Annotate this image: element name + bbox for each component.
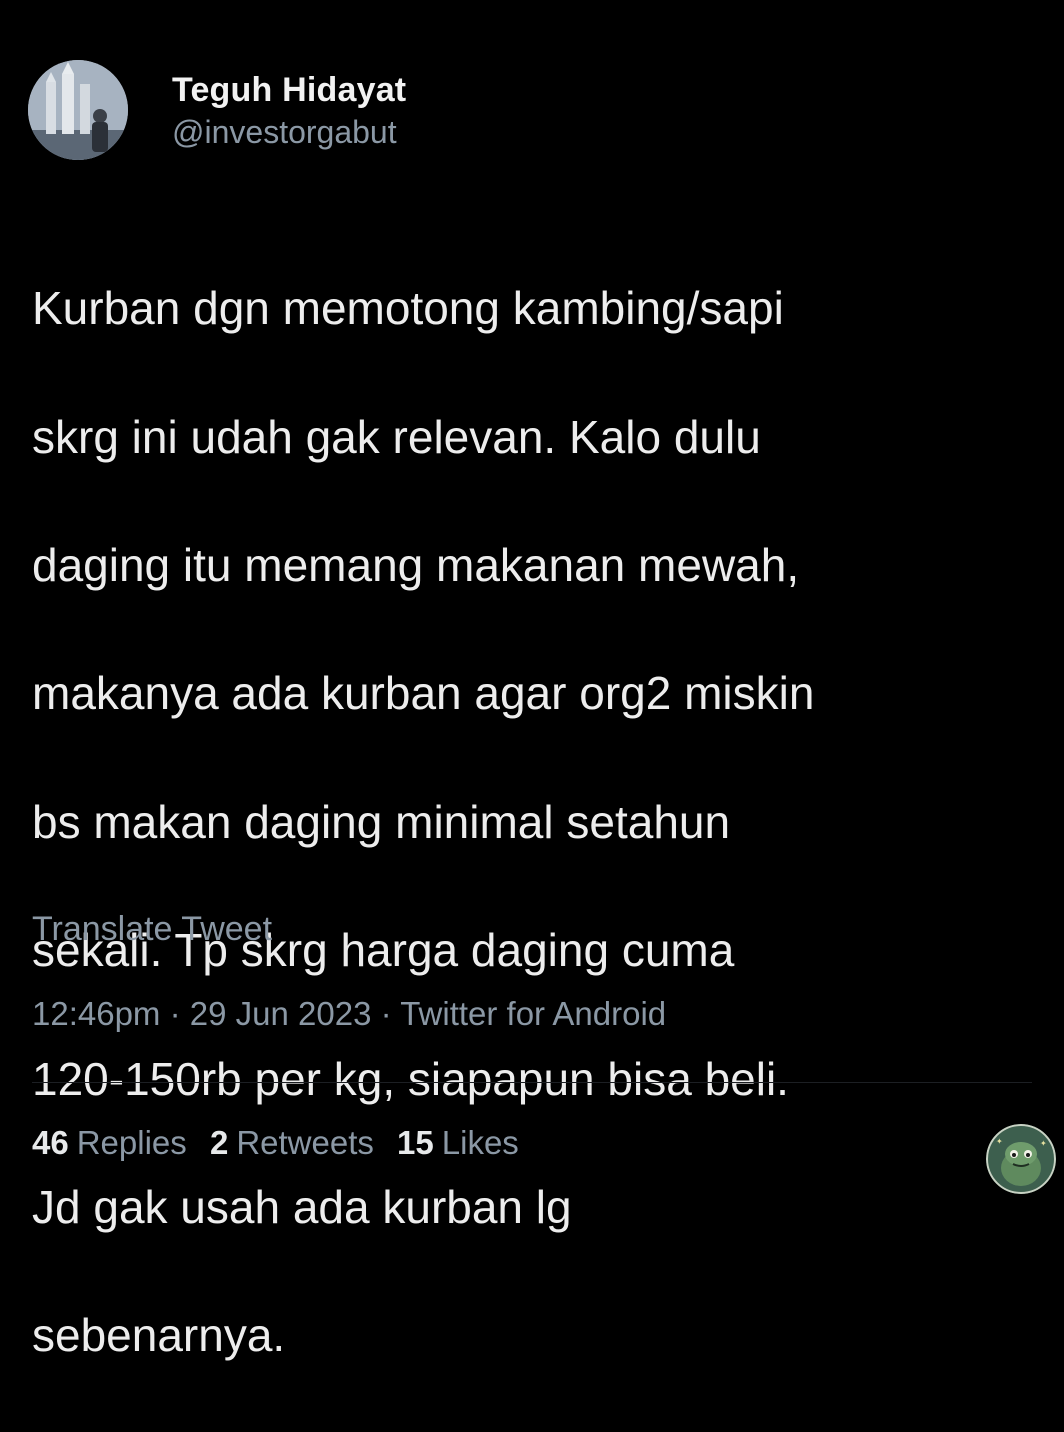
retweets-count: 2 — [209, 1124, 229, 1161]
author-names: Teguh Hidayat @investorgabut — [172, 70, 406, 154]
tweet-text-line: bs makan daging minimal setahun — [32, 795, 731, 848]
tweet-date[interactable]: 29 Jun 2023 — [190, 995, 372, 1032]
tweet-text-line: skrg ini udah gak relevan. Kalo dulu — [32, 410, 761, 463]
tweet-text: Kurban dgn memotong kambing/sapi skrg in… — [32, 212, 1042, 1432]
tweet-text-line: daging itu memang makanan mewah, — [32, 539, 800, 592]
retweets-stat[interactable]: 2 Retweets — [210, 1124, 374, 1161]
avatar[interactable] — [28, 60, 128, 160]
replies-label: Replies — [76, 1124, 187, 1161]
likes-count: 15 — [397, 1124, 434, 1161]
svg-text:✦: ✦ — [996, 1137, 1003, 1146]
likes-label: Likes — [441, 1124, 519, 1161]
translate-tweet-link[interactable]: Translate Tweet — [32, 910, 272, 949]
replies-stat[interactable]: 46 Replies — [32, 1124, 187, 1161]
svg-text:✦: ✦ — [1040, 1139, 1047, 1148]
tweet-text-line: Jd gak usah ada kurban lg — [32, 1181, 572, 1234]
tweet-source[interactable]: Twitter for Android — [400, 995, 666, 1032]
divider — [32, 1082, 1032, 1083]
tweet-stats: 46 Replies 2 Retweets 15 Likes — [32, 1124, 533, 1162]
avatar-photo-icon — [28, 60, 128, 160]
meta-separator: · — [169, 995, 190, 1032]
replies-count: 46 — [32, 1124, 69, 1161]
tweet-text-line: 120-150rb per kg, siapapun bisa beli. — [32, 1052, 789, 1105]
tweet-text-line: sebenarnya. — [32, 1309, 286, 1362]
retweets-label: Retweets — [236, 1124, 374, 1161]
author-handle[interactable]: @investorgabut — [172, 110, 406, 154]
frog-mascot-watermark-icon: ✦ ✦ — [986, 1124, 1056, 1194]
tweet-text-line: Kurban dgn memotong kambing/sapi — [32, 282, 784, 335]
author-display-name[interactable]: Teguh Hidayat — [172, 70, 406, 110]
tweet-text-line: makanya ada kurban agar org2 miskin — [32, 667, 815, 720]
likes-stat[interactable]: 15 Likes — [397, 1124, 519, 1161]
tweet-time[interactable]: 12:46pm — [32, 995, 160, 1032]
tweet-header: Teguh Hidayat @investorgabut — [28, 60, 406, 160]
meta-separator: · — [380, 995, 401, 1032]
tweet-meta: 12:46pm · 29 Jun 2023 · Twitter for Andr… — [32, 995, 666, 1033]
tweet-card: Teguh Hidayat @investorgabut Kurban dgn … — [0, 0, 1064, 1361]
